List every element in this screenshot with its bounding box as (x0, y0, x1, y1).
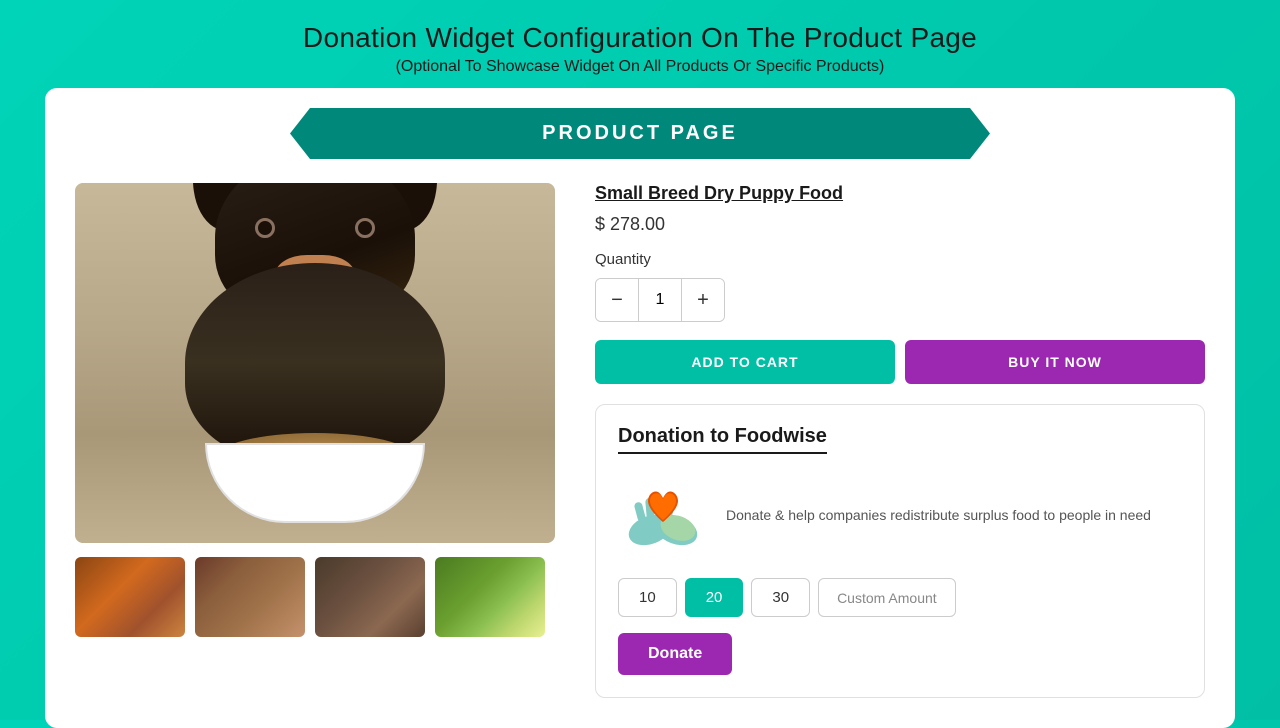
donation-amounts: 10 20 30 Custom Amount (618, 578, 1182, 617)
product-details: Small Breed Dry Puppy Food $ 278.00 Quan… (595, 183, 1205, 698)
donation-body: Donate & help companies redistribute sur… (618, 470, 1182, 560)
thumbnail-3[interactable] (315, 557, 425, 637)
product-card: PRODUCT PAGE (45, 88, 1235, 728)
product-banner: PRODUCT PAGE (75, 108, 1205, 159)
thumbnail-2[interactable] (195, 557, 305, 637)
donation-widget: Donation to Foodwise (595, 404, 1205, 698)
product-images (75, 183, 555, 698)
qty-value: 1 (638, 279, 682, 321)
banner-label: PRODUCT PAGE (290, 108, 990, 159)
qty-decrease-button[interactable]: − (596, 279, 638, 321)
product-price: $ 278.00 (595, 214, 1205, 235)
add-to-cart-button[interactable]: ADD TO CART (595, 340, 895, 384)
custom-amount-button[interactable]: Custom Amount (818, 578, 956, 617)
thumbnail-4[interactable] (435, 557, 545, 637)
donation-icon (618, 470, 708, 560)
donation-title: Donation to Foodwise (618, 425, 827, 454)
qty-increase-button[interactable]: + (682, 279, 724, 321)
buy-now-button[interactable]: BUY IT NOW (905, 340, 1205, 384)
amount-20-button[interactable]: 20 (685, 578, 744, 617)
action-buttons: ADD TO CART BUY IT NOW (595, 340, 1205, 384)
thumbnail-1[interactable] (75, 557, 185, 637)
amount-10-button[interactable]: 10 (618, 578, 677, 617)
quantity-label: Quantity (595, 251, 1205, 268)
main-image (75, 183, 555, 543)
page-header: Donation Widget Configuration On The Pro… (283, 0, 997, 88)
product-name: Small Breed Dry Puppy Food (595, 183, 1205, 204)
donation-description: Donate & help companies redistribute sur… (726, 505, 1151, 526)
donate-button[interactable]: Donate (618, 633, 732, 675)
page-subtitle: (Optional To Showcase Widget On All Prod… (303, 58, 977, 76)
page-title: Donation Widget Configuration On The Pro… (303, 22, 977, 54)
thumbnail-row (75, 557, 555, 637)
quantity-control: − 1 + (595, 278, 725, 322)
amount-30-button[interactable]: 30 (751, 578, 810, 617)
product-content: Small Breed Dry Puppy Food $ 278.00 Quan… (75, 183, 1205, 698)
